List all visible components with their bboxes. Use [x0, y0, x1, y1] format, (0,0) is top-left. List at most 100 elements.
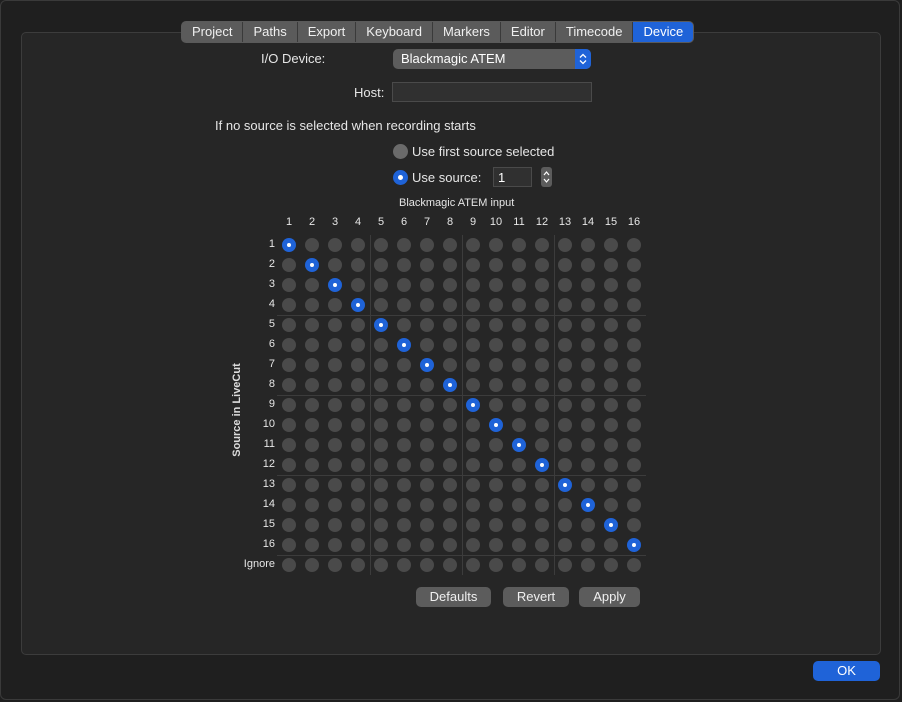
matrix-cell[interactable]	[328, 398, 342, 412]
matrix-cell[interactable]	[351, 438, 365, 452]
matrix-cell[interactable]	[351, 478, 365, 492]
matrix-cell[interactable]	[604, 478, 618, 492]
matrix-cell[interactable]	[558, 358, 572, 372]
matrix-cell[interactable]	[604, 378, 618, 392]
matrix-cell[interactable]	[282, 438, 296, 452]
matrix-cell[interactable]	[558, 238, 572, 252]
matrix-cell[interactable]	[466, 418, 480, 432]
matrix-cell[interactable]	[627, 518, 641, 532]
matrix-cell[interactable]	[627, 478, 641, 492]
matrix-cell[interactable]	[581, 298, 595, 312]
matrix-cell[interactable]	[282, 278, 296, 292]
matrix-cell[interactable]	[282, 238, 296, 252]
matrix-cell[interactable]	[512, 378, 526, 392]
matrix-cell[interactable]	[489, 338, 503, 352]
matrix-cell[interactable]	[558, 498, 572, 512]
matrix-cell[interactable]	[581, 238, 595, 252]
matrix-cell[interactable]	[443, 278, 457, 292]
matrix-cell[interactable]	[627, 538, 641, 552]
matrix-cell[interactable]	[443, 238, 457, 252]
matrix-cell[interactable]	[397, 518, 411, 532]
matrix-cell[interactable]	[374, 478, 388, 492]
matrix-cell[interactable]	[351, 538, 365, 552]
matrix-cell[interactable]	[443, 358, 457, 372]
matrix-cell[interactable]	[374, 298, 388, 312]
matrix-cell[interactable]	[512, 278, 526, 292]
matrix-cell[interactable]	[351, 358, 365, 372]
matrix-cell[interactable]	[420, 318, 434, 332]
matrix-cell[interactable]	[512, 498, 526, 512]
tab-keyboard[interactable]: Keyboard	[356, 22, 433, 42]
matrix-cell[interactable]	[351, 518, 365, 532]
matrix-cell[interactable]	[351, 258, 365, 272]
matrix-cell[interactable]	[535, 558, 549, 572]
matrix-cell[interactable]	[466, 478, 480, 492]
matrix-cell[interactable]	[420, 538, 434, 552]
matrix-cell[interactable]	[489, 518, 503, 532]
matrix-cell[interactable]	[443, 558, 457, 572]
matrix-cell[interactable]	[604, 238, 618, 252]
matrix-cell[interactable]	[397, 318, 411, 332]
matrix-cell[interactable]	[627, 458, 641, 472]
matrix-cell[interactable]	[512, 398, 526, 412]
matrix-cell[interactable]	[489, 378, 503, 392]
matrix-cell[interactable]	[489, 558, 503, 572]
matrix-cell[interactable]	[535, 418, 549, 432]
matrix-cell[interactable]	[466, 498, 480, 512]
matrix-cell[interactable]	[397, 478, 411, 492]
revert-button[interactable]: Revert	[503, 587, 569, 607]
matrix-cell[interactable]	[627, 338, 641, 352]
matrix-cell[interactable]	[466, 538, 480, 552]
matrix-cell[interactable]	[489, 278, 503, 292]
matrix-cell[interactable]	[558, 378, 572, 392]
matrix-cell[interactable]	[305, 338, 319, 352]
matrix-cell[interactable]	[535, 298, 549, 312]
matrix-cell[interactable]	[512, 318, 526, 332]
matrix-cell[interactable]	[328, 238, 342, 252]
matrix-cell[interactable]	[558, 298, 572, 312]
matrix-cell[interactable]	[581, 538, 595, 552]
matrix-cell[interactable]	[558, 398, 572, 412]
matrix-cell[interactable]	[604, 298, 618, 312]
matrix-cell[interactable]	[305, 278, 319, 292]
tab-markers[interactable]: Markers	[433, 22, 501, 42]
matrix-cell[interactable]	[535, 378, 549, 392]
matrix-cell[interactable]	[443, 418, 457, 432]
matrix-cell[interactable]	[581, 378, 595, 392]
matrix-cell[interactable]	[627, 498, 641, 512]
matrix-cell[interactable]	[604, 258, 618, 272]
matrix-cell[interactable]	[397, 498, 411, 512]
matrix-cell[interactable]	[535, 518, 549, 532]
matrix-cell[interactable]	[443, 498, 457, 512]
matrix-cell[interactable]	[328, 538, 342, 552]
matrix-cell[interactable]	[443, 398, 457, 412]
matrix-cell[interactable]	[351, 558, 365, 572]
use-first-source-radio[interactable]	[393, 144, 408, 159]
matrix-cell[interactable]	[489, 498, 503, 512]
matrix-cell[interactable]	[604, 358, 618, 372]
matrix-cell[interactable]	[397, 238, 411, 252]
matrix-cell[interactable]	[535, 358, 549, 372]
matrix-cell[interactable]	[328, 338, 342, 352]
matrix-cell[interactable]	[397, 378, 411, 392]
matrix-cell[interactable]	[581, 558, 595, 572]
matrix-cell[interactable]	[305, 558, 319, 572]
use-source-radio[interactable]	[393, 170, 408, 185]
matrix-cell[interactable]	[627, 558, 641, 572]
matrix-cell[interactable]	[604, 318, 618, 332]
matrix-cell[interactable]	[420, 498, 434, 512]
matrix-cell[interactable]	[420, 298, 434, 312]
matrix-cell[interactable]	[282, 458, 296, 472]
matrix-cell[interactable]	[397, 338, 411, 352]
source-number-input[interactable]	[493, 167, 532, 187]
matrix-cell[interactable]	[420, 238, 434, 252]
host-input[interactable]	[392, 82, 592, 102]
matrix-cell[interactable]	[282, 338, 296, 352]
matrix-cell[interactable]	[282, 258, 296, 272]
matrix-cell[interactable]	[512, 458, 526, 472]
matrix-cell[interactable]	[420, 398, 434, 412]
matrix-cell[interactable]	[443, 298, 457, 312]
matrix-cell[interactable]	[328, 298, 342, 312]
matrix-cell[interactable]	[535, 498, 549, 512]
matrix-cell[interactable]	[558, 418, 572, 432]
